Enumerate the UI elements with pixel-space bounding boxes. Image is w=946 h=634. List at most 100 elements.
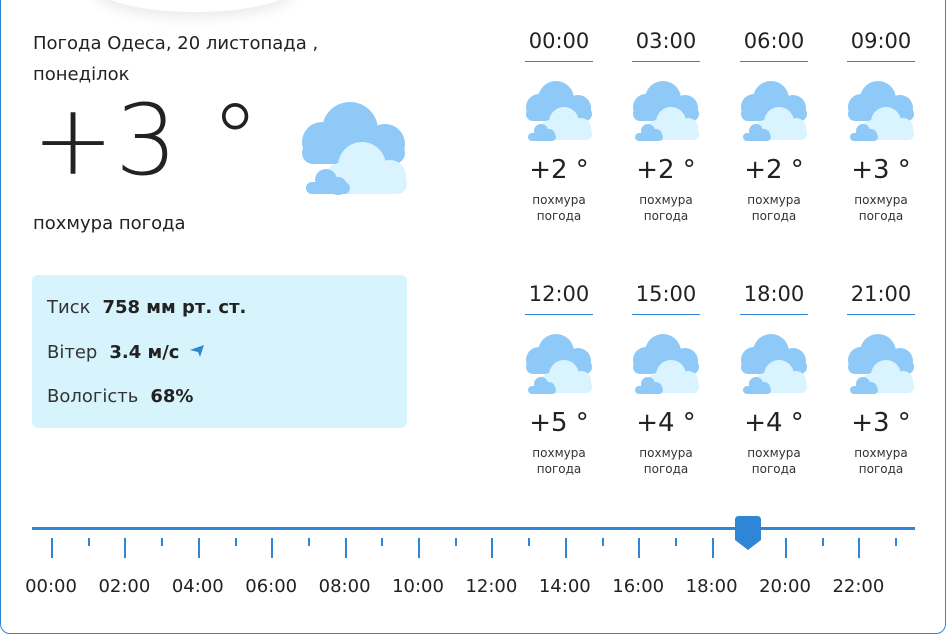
wind-row: Вітер 3.4 м/с [47,342,205,363]
timeline-tick [711,538,714,558]
humidity-value: 68% [150,386,194,407]
pressure-label: Тиск [47,297,91,318]
hourly-divider [525,314,593,315]
timeline-tick [197,538,200,558]
hourly-condition: похмура погода [747,193,801,223]
hourly-item: 12:00 +5 ° похмура погода [524,279,594,477]
timeline-tick [51,538,53,558]
hourly-temperature: +3 ° [851,408,911,438]
hourly-item: 03:00 +2 ° похмура погода [631,26,701,224]
timeline-tick [87,538,90,546]
cloud-icon [524,332,594,394]
timeline-label: 20:00 [759,576,811,597]
timeline-label: 12:00 [465,576,518,597]
hourly-temperature: +3 ° [851,155,911,185]
timeline-tick [785,538,787,558]
hourly-divider [740,314,808,315]
hourly-item: 00:00 +2 ° похмура погода [524,26,594,224]
timeline-tick [895,538,898,546]
hourly-time: 03:00 [635,29,697,53]
cloud-icon [739,332,809,394]
timeline-label: 02:00 [98,576,151,597]
wind-label: Вітер [47,342,98,363]
hourly-item: 15:00 +4 ° похмура погода [631,279,701,477]
hourly-condition: похмура погода [639,193,693,223]
current-condition: похмура погода [33,213,186,234]
timeline-label: 18:00 [685,576,738,597]
hourly-time: 18:00 [743,282,805,306]
current-temperature: +3 ° [32,84,261,198]
pressure-row: Тиск 758 мм рт. ст. [47,297,246,318]
hourly-temperature: +4 ° [636,408,696,438]
timeline-label: 06:00 [245,576,298,597]
hourly-temperature: +2 ° [636,155,696,185]
hourly-divider [632,314,700,315]
timeline-slider-track[interactable] [32,527,915,530]
timeline-tick [381,538,384,546]
timeline-tick [124,538,127,558]
cloud-icon [739,79,809,141]
humidity-row: Вологість 68% [47,386,193,407]
hourly-condition: похмура погода [747,446,801,476]
page-title: Погода Одеса, 20 листопада , понеділок [33,33,319,85]
timeline-tick [344,538,347,558]
timeline-label: 00:00 [25,576,77,597]
timeline-tick [454,538,457,546]
hourly-time: 15:00 [635,282,697,306]
cloud-icon [524,79,594,141]
cloud-icon [846,79,916,141]
timeline-tick [161,538,164,546]
hourly-temperature: +4 ° [744,408,804,438]
hourly-item: 06:00 +2 ° похмура погода [739,26,809,224]
cloud-icon [631,79,701,141]
hourly-condition: похмура погода [639,446,693,476]
cloud-icon [846,332,916,394]
hourly-time: 12:00 [528,282,590,306]
hourly-condition: похмура погода [532,193,586,223]
wind-value: 3.4 м/с [109,342,180,363]
hourly-temperature: +2 ° [529,155,589,185]
timeline-tick [858,538,861,558]
hourly-condition: похмура погода [854,193,908,223]
timeline-tick [674,538,677,546]
hourly-divider [525,61,593,62]
hourly-divider [847,61,915,62]
timeline-tick [307,538,310,546]
hourly-temperature: +5 ° [529,408,589,438]
timeline-tick [564,538,567,558]
hourly-divider [847,314,915,315]
wind-direction-arrow-icon [189,342,205,363]
timeline-label: 14:00 [538,576,591,597]
timeline-label: 16:00 [612,576,665,597]
timeline-label: 08:00 [318,576,371,597]
weather-details-panel: Тиск 758 мм рт. ст. Вітер 3.4 м/с Вологі… [32,275,407,428]
hourly-condition: похмура погода [854,446,908,476]
timeline-label: 22:00 [832,576,885,597]
hourly-temperature: +2 ° [744,155,804,185]
hourly-item: 18:00 +4 ° похмура погода [739,279,809,477]
hourly-condition: похмура погода [532,446,586,476]
cloud-icon [300,100,410,200]
hourly-item: 21:00 +3 ° похмура погода [846,279,916,477]
timeline-tick [601,538,604,546]
humidity-label: Вологість [47,386,139,407]
timeline-tick [234,538,237,546]
hourly-time: 21:00 [850,282,912,306]
timeline-tick [638,538,641,558]
hourly-time: 00:00 [528,29,590,53]
timeline-tick [271,538,274,558]
timeline-label: 10:00 [392,576,444,597]
cloud-icon [631,332,701,394]
timeline-tick [418,538,420,558]
hourly-time: 09:00 [850,29,912,53]
hourly-divider [740,61,808,62]
timeline-tick [821,538,824,546]
hourly-item: 09:00 +3 ° похмура погода [846,26,916,224]
hourly-divider [632,61,700,62]
timeline-label: 04:00 [171,576,224,597]
timeline-tick [528,538,531,546]
timeline-slider-thumb[interactable] [735,516,762,550]
timeline-tick [491,538,494,558]
hourly-time: 06:00 [743,29,805,53]
pressure-value: 758 мм рт. ст. [102,297,247,318]
